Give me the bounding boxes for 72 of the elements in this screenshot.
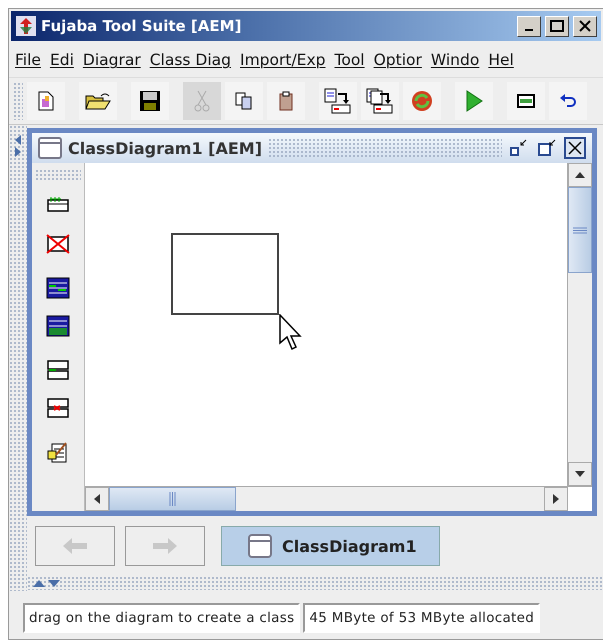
expand-down-icon[interactable] <box>48 580 60 586</box>
toolbar-grip[interactable] <box>13 82 23 120</box>
minimize-button[interactable] <box>517 16 541 36</box>
scroll-thumb[interactable] <box>568 187 592 273</box>
delete-class-icon[interactable] <box>46 234 70 254</box>
edit-note-icon[interactable] <box>48 442 67 462</box>
toolbar-button[interactable] <box>267 82 305 120</box>
toolbar-button[interactable] <box>361 82 399 120</box>
down-arrow-icon <box>575 471 585 477</box>
menu-item[interactable]: Windo <box>430 51 480 69</box>
menu-item[interactable]: File <box>15 51 41 69</box>
left-arrow-icon <box>94 494 100 504</box>
toolbar-button[interactable] <box>131 82 169 120</box>
restore-button[interactable] <box>536 137 558 159</box>
maximize-icon <box>550 20 564 32</box>
menu-item[interactable]: Class Diag <box>150 51 232 69</box>
right-arrow-icon <box>152 537 178 555</box>
toolbar-button[interactable] <box>79 82 117 120</box>
scroll-right-button[interactable] <box>544 487 568 511</box>
toolbar-button[interactable] <box>507 82 545 120</box>
menu-item[interactable]: Tool <box>334 51 365 69</box>
menu-item[interactable]: Optior <box>374 51 422 69</box>
delete-association-icon[interactable] <box>47 398 69 418</box>
export-icon <box>324 88 352 114</box>
close-button[interactable] <box>564 137 586 159</box>
menu-item[interactable]: Hel <box>488 51 514 69</box>
menu-item[interactable]: Diagrar <box>82 51 141 69</box>
copy-icon <box>235 92 253 110</box>
methods-icon[interactable] <box>46 316 70 336</box>
status-text: drag on the diagram to create a class <box>23 603 300 633</box>
new-class-icon[interactable] <box>47 196 69 212</box>
undo-icon <box>559 94 577 108</box>
maximize-button[interactable] <box>545 16 569 36</box>
collapse-left-icon[interactable] <box>14 135 22 145</box>
attributes-icon[interactable] <box>46 278 70 298</box>
expand-up-icon[interactable] <box>33 580 45 586</box>
scissors-icon <box>194 90 210 112</box>
menu-item[interactable]: Edi <box>50 51 74 69</box>
window-icon <box>248 534 272 558</box>
scroll-up-button[interactable] <box>568 163 592 187</box>
toolbar-button[interactable] <box>27 82 65 120</box>
scroll-thumb[interactable] <box>109 487 236 511</box>
play-icon <box>465 90 483 112</box>
status-text: 45 MByte of 53 MByte allocated <box>303 603 540 633</box>
window-icon <box>38 137 62 159</box>
window-title: Fujaba Tool Suite [AEM] <box>41 17 242 35</box>
frame-title: ClassDiagram1 [AEM] <box>68 138 262 158</box>
scrollbar-corner <box>568 487 592 511</box>
close-icon <box>579 20 591 32</box>
new-file-icon <box>38 91 54 111</box>
refresh-icon <box>410 89 434 113</box>
left-arrow-icon <box>62 537 88 555</box>
scroll-down-button[interactable] <box>568 462 592 486</box>
add-association-icon[interactable] <box>47 360 69 380</box>
window-tab[interactable]: ClassDiagram1 <box>221 526 440 566</box>
expand-right-icon[interactable] <box>14 147 22 157</box>
up-arrow-icon <box>575 172 585 178</box>
right-arrow-icon <box>553 494 559 504</box>
export-all-icon <box>366 88 394 114</box>
minimize-icon <box>525 29 533 31</box>
clipboard-icon <box>279 91 293 111</box>
scroll-left-button[interactable] <box>85 487 109 511</box>
app-logo-icon <box>15 15 37 37</box>
toolbar-button[interactable] <box>319 82 357 120</box>
menu-item[interactable]: Import/Exp <box>240 51 326 69</box>
horizontal-scrollbar[interactable] <box>85 486 592 511</box>
toolbar-button[interactable] <box>549 82 587 120</box>
vertical-scrollbar[interactable] <box>567 163 592 486</box>
toolbar-button[interactable] <box>225 82 263 120</box>
palette-grip[interactable] <box>35 169 81 181</box>
panel-icon <box>517 94 535 108</box>
folder-icon <box>85 92 111 110</box>
